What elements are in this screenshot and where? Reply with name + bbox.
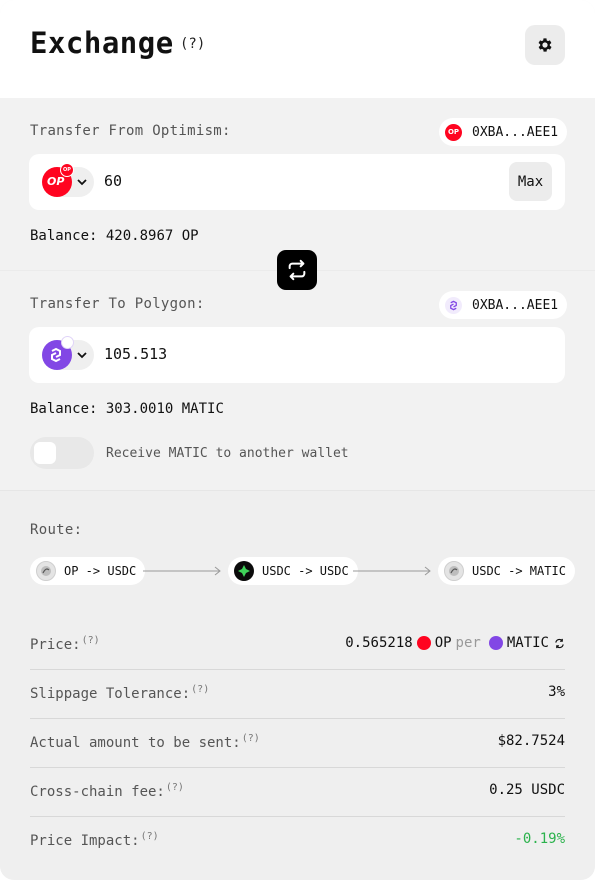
price-impact-label: Price Impact:(?) bbox=[30, 831, 159, 849]
to-token-selector[interactable] bbox=[42, 336, 94, 370]
from-amount-input[interactable]: 60 bbox=[104, 172, 122, 190]
polygon-icon bbox=[445, 296, 462, 314]
another-wallet-label: Receive MATIC to another wallet bbox=[106, 446, 349, 461]
toggle-knob bbox=[34, 442, 56, 464]
from-balance-label: Balance: bbox=[30, 228, 98, 244]
chevron-down-icon bbox=[77, 179, 87, 186]
from-address: 0XBA...AEE1 bbox=[472, 124, 559, 140]
to-amount-box: 105.513 bbox=[29, 327, 565, 383]
impact-help-icon[interactable]: (?) bbox=[141, 831, 159, 842]
optimism-mini-icon bbox=[416, 636, 431, 650]
actual-amount-value: $82.7524 bbox=[497, 733, 565, 749]
route-details-section: Route: OP -> USDC USDC -> USDC USDC -> M… bbox=[0, 490, 595, 880]
price-row: Price:(?) 0.565218 OP per MATIC bbox=[30, 621, 565, 670]
price-help-icon[interactable]: (?) bbox=[82, 635, 100, 646]
slippage-value: 3% bbox=[548, 684, 565, 700]
price-token-b: MATIC bbox=[506, 635, 549, 651]
polygon-token-icon bbox=[42, 336, 74, 370]
to-balance-value: 303.0010 MATIC bbox=[105, 401, 224, 417]
cross-chain-fee-row: Cross-chain fee:(?) 0.25 USDC bbox=[30, 768, 565, 817]
to-address: 0XBA...AEE1 bbox=[472, 297, 559, 313]
route-label: Route: bbox=[30, 522, 83, 538]
slippage-row: Slippage Tolerance:(?) 3% bbox=[30, 670, 565, 719]
slippage-label: Slippage Tolerance:(?) bbox=[30, 684, 210, 702]
exchange-card: Exchange (?) Transfer From Optimism: OP … bbox=[0, 0, 595, 880]
route-arrow-icon bbox=[143, 566, 221, 576]
route-step-3: USDC -> MATIC bbox=[438, 557, 575, 585]
chain-badge-icon bbox=[61, 336, 74, 349]
price-number: 0.565218 bbox=[345, 635, 413, 651]
route-step-1: OP -> USDC bbox=[30, 557, 146, 585]
to-address-pill[interactable]: 0XBA...AEE1 bbox=[439, 291, 568, 319]
actual-amount-row: Actual amount to be sent:(?) $82.7524 bbox=[30, 719, 565, 768]
slippage-help-icon[interactable]: (?) bbox=[191, 684, 209, 695]
cross-chain-fee-value: 0.25 USDC bbox=[489, 782, 565, 798]
settings-button[interactable] bbox=[525, 25, 565, 65]
price-impact-row: Price Impact:(?) -0.19% bbox=[30, 817, 565, 866]
price-value: 0.565218 OP per MATIC bbox=[345, 635, 565, 651]
chevron-down-icon bbox=[77, 352, 87, 359]
price-per: per bbox=[455, 635, 481, 651]
swap-arrows-icon bbox=[288, 259, 306, 281]
price-label: Price:(?) bbox=[30, 635, 100, 653]
transfer-from-label: Transfer From Optimism: bbox=[30, 123, 231, 139]
max-button[interactable]: Max bbox=[509, 162, 552, 201]
transfer-to-label: Transfer To Polygon: bbox=[30, 296, 205, 312]
route-bridge-icon bbox=[444, 561, 464, 581]
price-token-a: OP bbox=[434, 635, 452, 651]
swap-direction-button[interactable] bbox=[277, 250, 317, 290]
from-token-selector[interactable]: OP OP bbox=[42, 163, 94, 197]
actual-amount-label: Actual amount to be sent:(?) bbox=[30, 733, 260, 751]
from-address-pill[interactable]: OP 0XBA...AEE1 bbox=[439, 118, 568, 146]
from-balance-value: 420.8967 OP bbox=[105, 228, 199, 244]
route-arrow-icon bbox=[353, 566, 431, 576]
another-wallet-toggle[interactable] bbox=[30, 437, 94, 469]
page-title: Exchange bbox=[30, 26, 174, 60]
to-balance-label: Balance: bbox=[30, 401, 98, 417]
gear-icon bbox=[538, 38, 552, 52]
polygon-mini-icon bbox=[488, 636, 503, 650]
route-bridge-icon bbox=[234, 561, 254, 581]
route-step-label: OP -> USDC bbox=[64, 564, 137, 578]
refresh-rate-icon[interactable] bbox=[554, 638, 565, 649]
route-step-label: USDC -> MATIC bbox=[472, 564, 566, 578]
from-balance: Balance: 420.8967 OP bbox=[30, 228, 199, 244]
route-step-2: USDC -> USDC bbox=[228, 557, 358, 585]
chain-badge-icon: OP bbox=[60, 163, 74, 177]
title-help-icon[interactable]: (?) bbox=[180, 36, 205, 52]
route-step-label: USDC -> USDC bbox=[262, 564, 349, 578]
cross-chain-fee-label: Cross-chain fee:(?) bbox=[30, 782, 184, 800]
fee-help-icon[interactable]: (?) bbox=[166, 782, 184, 793]
to-amount-output: 105.513 bbox=[104, 345, 168, 363]
optimism-token-icon: OP OP bbox=[42, 163, 74, 197]
actual-help-icon[interactable]: (?) bbox=[242, 733, 260, 744]
to-balance: Balance: 303.0010 MATIC bbox=[30, 401, 224, 417]
optimism-icon: OP bbox=[445, 123, 462, 141]
from-amount-box: OP OP 60 Max bbox=[29, 154, 565, 210]
transfer-from-section: Transfer From Optimism: OP 0XBA...AEE1 O… bbox=[0, 98, 595, 270]
route-bridge-icon bbox=[36, 561, 56, 581]
price-impact-value: -0.19% bbox=[514, 831, 565, 847]
header: Exchange (?) bbox=[0, 0, 595, 98]
